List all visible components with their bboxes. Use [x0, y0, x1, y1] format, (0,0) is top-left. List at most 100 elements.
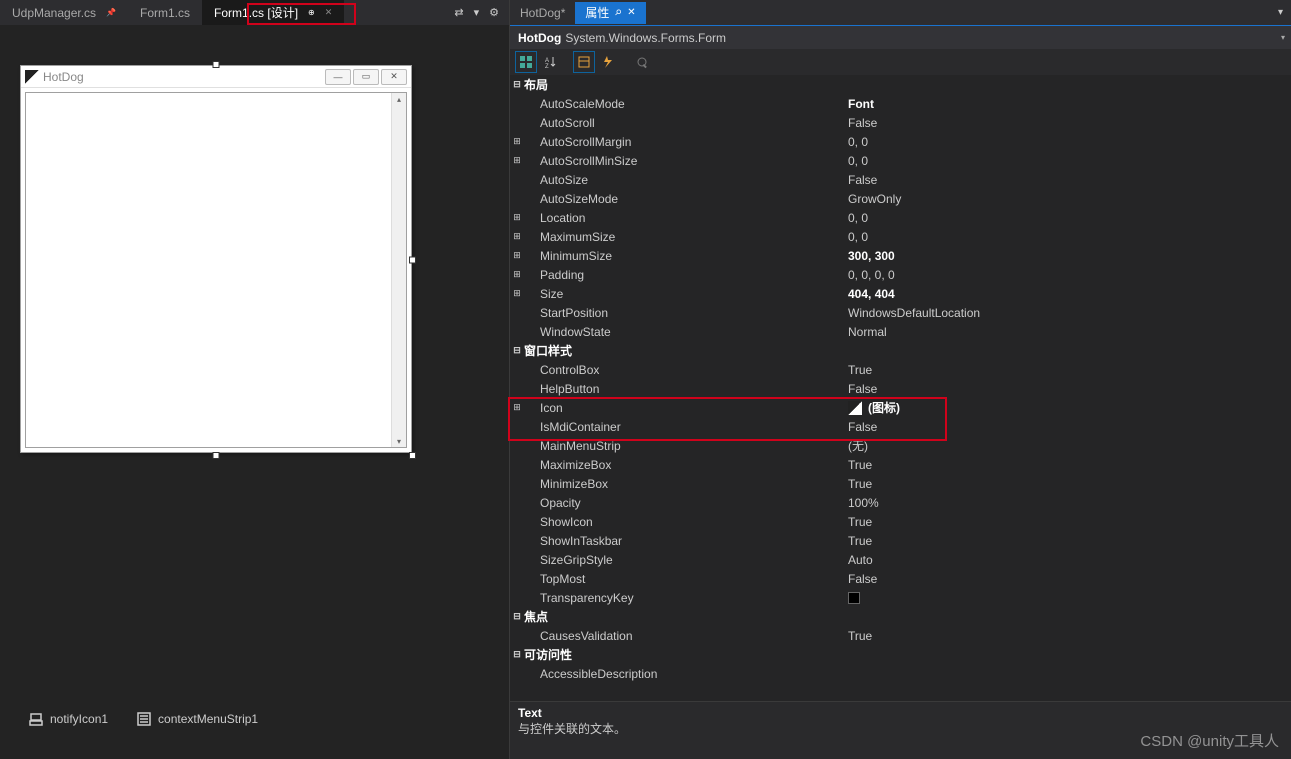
expand-icon[interactable]: ⊞	[510, 136, 524, 147]
alphabetical-icon[interactable]: AZ	[540, 52, 560, 72]
settings-icon[interactable]: ⚙	[487, 4, 501, 21]
resize-handle[interactable]	[213, 452, 220, 459]
expand-icon[interactable]: ⊞	[510, 231, 524, 242]
tray-item-notifyicon[interactable]: notifyIcon1	[28, 711, 108, 727]
property-value[interactable]: Normal	[846, 325, 1291, 339]
property-row[interactable]: ⊞Size404, 404	[510, 284, 1291, 303]
property-value[interactable]: 0, 0, 0, 0	[846, 268, 1291, 282]
property-value[interactable]: (图标)	[846, 399, 1291, 416]
property-category[interactable]: ⊟窗口样式	[510, 341, 1291, 360]
property-row[interactable]: Opacity100%	[510, 493, 1291, 512]
property-row[interactable]: HelpButtonFalse	[510, 379, 1291, 398]
expand-icon[interactable]: ⊞	[510, 402, 524, 413]
property-row[interactable]: CausesValidationTrue	[510, 626, 1291, 645]
property-value[interactable]: False	[846, 116, 1291, 130]
expand-icon[interactable]: ⊞	[510, 212, 524, 223]
property-value[interactable]: False	[846, 572, 1291, 586]
resize-handle[interactable]	[213, 61, 220, 68]
property-row[interactable]: ⊞Icon(图标)	[510, 398, 1291, 417]
property-row[interactable]: MainMenuStrip(无)	[510, 436, 1291, 455]
property-row[interactable]: ⊞Location0, 0	[510, 208, 1291, 227]
property-value[interactable]: False	[846, 173, 1291, 187]
property-row[interactable]: ShowIconTrue	[510, 512, 1291, 531]
mock-form[interactable]: HotDog — ▭ ✕ ▴ ▾	[20, 65, 412, 453]
scroll-up-icon[interactable]: ▴	[392, 93, 406, 105]
close-button[interactable]: ✕	[381, 69, 407, 85]
tab-form1-design[interactable]: Form1.cs [设计] ⊕ ✕	[202, 0, 344, 25]
property-value[interactable]: 404, 404	[846, 287, 1291, 301]
property-row[interactable]: ⊞AutoScrollMinSize0, 0	[510, 151, 1291, 170]
property-row[interactable]: AutoScaleModeFont	[510, 94, 1291, 113]
dropdown-icon[interactable]: ▾	[472, 4, 482, 21]
property-row[interactable]: ⊞AutoScrollMargin0, 0	[510, 132, 1291, 151]
property-value[interactable]: 100%	[846, 496, 1291, 510]
property-row[interactable]: AccessibleDescription	[510, 664, 1291, 683]
property-value[interactable]	[846, 592, 1291, 604]
minimize-button[interactable]: —	[325, 69, 351, 85]
property-row[interactable]: ControlBoxTrue	[510, 360, 1291, 379]
property-row[interactable]: AutoSizeModeGrowOnly	[510, 189, 1291, 208]
property-value[interactable]: WindowsDefaultLocation	[846, 306, 1291, 320]
property-value[interactable]: True	[846, 458, 1291, 472]
pin-icon[interactable]: ⚲	[613, 7, 624, 18]
property-row[interactable]: TopMostFalse	[510, 569, 1291, 588]
scroll-down-icon[interactable]: ▾	[392, 435, 406, 447]
property-value[interactable]: 300, 300	[846, 249, 1291, 263]
property-value[interactable]: 0, 0	[846, 230, 1291, 244]
tab-properties[interactable]: 属性 ⚲ ✕	[575, 2, 645, 24]
form-selection[interactable]: HotDog — ▭ ✕ ▴ ▾	[20, 65, 412, 455]
expand-icon[interactable]: ⊞	[510, 155, 524, 166]
property-row[interactable]: IsMdiContainerFalse	[510, 417, 1291, 436]
property-row[interactable]: ShowInTaskbarTrue	[510, 531, 1291, 550]
property-category[interactable]: ⊟可访问性	[510, 645, 1291, 664]
tab-udpmanager[interactable]: UdpManager.cs 📌	[0, 0, 128, 25]
property-row[interactable]: ⊞MaximumSize0, 0	[510, 227, 1291, 246]
property-row[interactable]: AutoScrollFalse	[510, 113, 1291, 132]
categorized-icon[interactable]	[516, 52, 536, 72]
expand-icon[interactable]: ⊞	[510, 288, 524, 299]
tab-hotdog-doc[interactable]: HotDog*	[510, 2, 575, 24]
property-pages-icon[interactable]	[632, 52, 652, 72]
property-value[interactable]: False	[846, 420, 1291, 434]
property-value[interactable]: (无)	[846, 437, 1291, 454]
property-value[interactable]: True	[846, 477, 1291, 491]
property-row[interactable]: TransparencyKey	[510, 588, 1291, 607]
property-value[interactable]: True	[846, 363, 1291, 377]
close-icon[interactable]: ✕	[627, 7, 635, 18]
properties-icon[interactable]	[574, 52, 594, 72]
resize-handle[interactable]	[409, 452, 416, 459]
property-row[interactable]: ⊞MinimumSize300, 300	[510, 246, 1291, 265]
expand-icon[interactable]: ⊞	[510, 269, 524, 280]
property-value[interactable]: False	[846, 382, 1291, 396]
property-value[interactable]: 0, 0	[846, 135, 1291, 149]
property-value[interactable]: GrowOnly	[846, 192, 1291, 206]
property-grid[interactable]: ⊟布局AutoScaleModeFontAutoScrollFalse⊞Auto…	[510, 75, 1291, 701]
textbox-control[interactable]: ▴ ▾	[25, 92, 407, 448]
property-row[interactable]: ⊞Padding0, 0, 0, 0	[510, 265, 1291, 284]
property-category[interactable]: ⊟布局	[510, 75, 1291, 94]
tab-form1[interactable]: Form1.cs	[128, 0, 202, 25]
property-value[interactable]: True	[846, 515, 1291, 529]
maximize-button[interactable]: ▭	[353, 69, 379, 85]
property-row[interactable]: StartPositionWindowsDefaultLocation	[510, 303, 1291, 322]
vertical-scrollbar[interactable]: ▴ ▾	[391, 93, 406, 447]
property-value[interactable]: Font	[846, 97, 1291, 111]
property-row[interactable]: SizeGripStyleAuto	[510, 550, 1291, 569]
property-value[interactable]: True	[846, 629, 1291, 643]
nav-back-icon[interactable]: ⇄	[452, 4, 465, 21]
property-row[interactable]: WindowStateNormal	[510, 322, 1291, 341]
collapse-icon[interactable]: ⊟	[510, 611, 524, 622]
collapse-icon[interactable]: ⊟	[510, 649, 524, 660]
expand-icon[interactable]: ⊞	[510, 250, 524, 261]
object-selector[interactable]: HotDog System.Windows.Forms.Form ▾	[510, 25, 1291, 49]
collapse-icon[interactable]: ⊟	[510, 345, 524, 356]
tray-item-contextmenu[interactable]: contextMenuStrip1	[136, 711, 258, 727]
events-icon[interactable]	[598, 52, 618, 72]
close-icon[interactable]: ✕	[325, 7, 333, 18]
property-category[interactable]: ⊟焦点	[510, 607, 1291, 626]
property-value[interactable]: Auto	[846, 553, 1291, 567]
dropdown-icon[interactable]: ▾	[1281, 33, 1285, 42]
resize-handle[interactable]	[409, 257, 416, 264]
property-value[interactable]: True	[846, 534, 1291, 548]
collapse-icon[interactable]: ⊟	[510, 79, 524, 90]
